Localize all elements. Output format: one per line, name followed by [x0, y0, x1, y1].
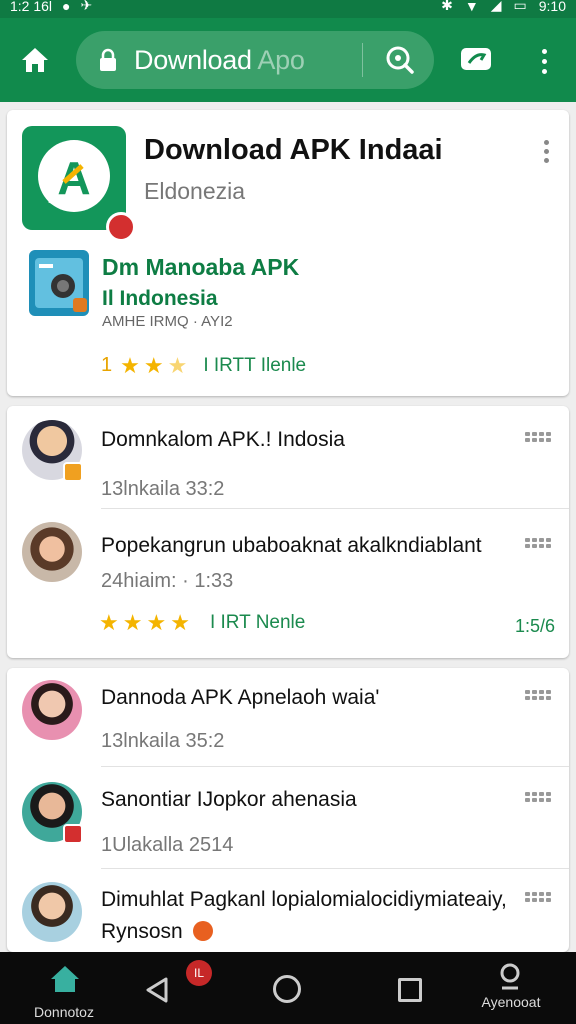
- bluetooth-icon: ✱: [441, 0, 453, 13]
- grid-menu-icon[interactable]: [525, 432, 553, 444]
- item-title: Sanontiar IJopkor ahenasia: [101, 788, 357, 811]
- home-icon: [22, 48, 48, 72]
- related-app-meta: AMHE IRMQ · AYI2: [102, 313, 233, 330]
- notification-icon: ●: [62, 0, 71, 14]
- account-icon[interactable]: [498, 962, 522, 992]
- item-meta: 24hiaim: · 1:33: [101, 570, 234, 592]
- home-button[interactable]: [14, 42, 56, 78]
- wifi-icon: ▼: [464, 0, 479, 14]
- rating-value: 1: [101, 354, 113, 376]
- app-logo-icon: A: [38, 140, 110, 212]
- item-title-2: Rynsosn: [101, 920, 183, 943]
- app-subtitle: Eldonezia: [144, 178, 246, 204]
- status-time: 1:2 16l: [10, 0, 53, 14]
- rating-text: I IRTT Ilenle: [203, 354, 307, 376]
- list-item[interactable]: Dannoda APK Apnelaoh waia' 13lnkaila 35:…: [7, 668, 569, 768]
- home-circle-button[interactable]: [273, 975, 301, 1003]
- grid-menu-icon[interactable]: [525, 792, 553, 804]
- recents-button[interactable]: [398, 978, 422, 1002]
- app-card-menu-button[interactable]: [541, 140, 551, 164]
- rating-percent: 1:5/6: [514, 616, 555, 636]
- app-badge-icon: [106, 212, 136, 242]
- divider: [101, 766, 569, 767]
- star-icon: ★: [146, 610, 167, 635]
- app-title: Download APK Indaai: [144, 134, 443, 166]
- settings-notification-icon: ✈: [80, 0, 93, 13]
- item-title-line2: Rynsosn: [101, 920, 213, 944]
- star-icon: ★: [170, 610, 190, 635]
- back-icon[interactable]: [144, 976, 170, 1004]
- star-icon: ★: [120, 352, 140, 378]
- results-card-1: Domnkalom APK.! Indosia 13lnkaila 33:2 P…: [7, 406, 569, 658]
- browser-toolbar: Download Apo: [0, 18, 576, 102]
- avatar: [22, 680, 82, 740]
- url-dim: Apo: [257, 45, 305, 75]
- notification-badge: IL: [186, 960, 212, 986]
- item-title: Domnkalom APK.! Indosia: [101, 428, 345, 451]
- list-item[interactable]: Sanontiar IJopkor ahenasia 1Ulakalla 251…: [7, 768, 569, 868]
- search-icon[interactable]: [384, 44, 416, 76]
- grid-menu-icon[interactable]: [525, 690, 553, 702]
- item-title: Dannoda APK Apnelaoh waia': [101, 686, 380, 709]
- grid-menu-icon[interactable]: [525, 538, 553, 550]
- grid-menu-icon[interactable]: [525, 892, 553, 904]
- url-divider: [362, 43, 363, 77]
- rating-text: I IRT Nenle: [209, 612, 306, 633]
- url-text: Download Apo: [134, 45, 305, 76]
- battery-icon: ▭: [513, 0, 527, 13]
- status-bar: 1:2 16l ● ✈ ✱ ▼ ◢ ▭ 9:10: [0, 0, 576, 18]
- star-icon: ★: [99, 610, 119, 635]
- nav-account-label: Ayenooat: [481, 994, 541, 1010]
- item-title: Dimuhlat Pagkanl lopialomialocidiymiatea…: [101, 888, 507, 911]
- signal-icon: ◢: [490, 0, 502, 13]
- tabs-icon[interactable]: [458, 44, 494, 74]
- divider: [101, 868, 569, 869]
- list-item[interactable]: Domnkalom APK.! Indosia 13lnkaila 33:2: [7, 406, 569, 506]
- svg-text:A: A: [57, 152, 90, 204]
- nav-home-label: Donnotoz: [34, 1004, 94, 1020]
- list-item[interactable]: Popekangrun ubaboaknat akalkndiablant 24…: [7, 510, 569, 610]
- related-app-icon[interactable]: [29, 250, 89, 316]
- item-meta: 13lnkaila 35:2: [101, 730, 225, 752]
- app-card[interactable]: A Download APK Indaai Eldonezia Dm Manoa…: [7, 110, 569, 396]
- home-icon: [51, 966, 79, 992]
- results-card-2: Dannoda APK Apnelaoh waia' 13lnkaila 35:…: [7, 668, 569, 952]
- half-star-icon: ★: [167, 352, 188, 378]
- app-icon[interactable]: A: [22, 126, 136, 242]
- camera-icon: [35, 258, 87, 312]
- lock-icon: [100, 48, 116, 71]
- avatar-badge-icon: [63, 462, 83, 482]
- item-title: Popekangrun ubaboaknat akalkndiablant: [101, 534, 482, 557]
- item-meta: 13lnkaila 33:2: [101, 478, 225, 500]
- related-app-subtitle: Il Indonesia: [102, 287, 218, 310]
- star-icon: ★: [122, 610, 143, 635]
- emoji-icon: [192, 921, 213, 941]
- item-rating: ★ ★ ★ ★ I IRT Nenle: [99, 612, 305, 634]
- avatar-badge-icon: [63, 824, 83, 844]
- url-main: Download: [134, 45, 252, 75]
- avatar: [22, 882, 82, 942]
- nav-home-button[interactable]: Donnotoz: [30, 962, 100, 1020]
- avatar: [22, 522, 82, 582]
- star-icon: ★: [143, 352, 164, 378]
- item-meta: 1Ulakalla 2514: [101, 834, 234, 856]
- app-rating: 1 ★ ★ ★ I IRTT Ilenle: [101, 354, 306, 377]
- related-app-title[interactable]: Dm Manoaba APK: [102, 254, 299, 281]
- address-bar[interactable]: Download Apo: [76, 31, 434, 89]
- status-clock: 9:10: [538, 0, 566, 14]
- overflow-menu-button[interactable]: [532, 44, 556, 78]
- divider: [101, 508, 569, 509]
